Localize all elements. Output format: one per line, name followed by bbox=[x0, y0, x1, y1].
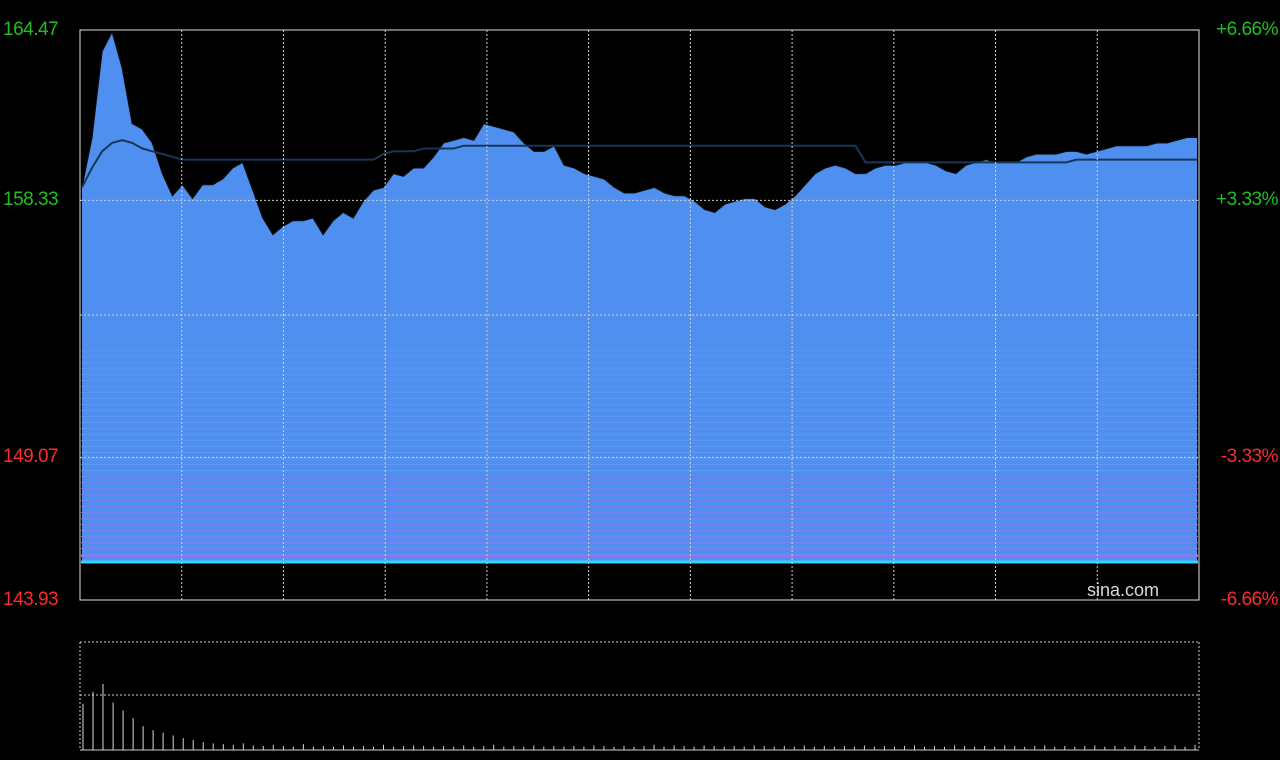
y-tick-right-1: +3.33% bbox=[1216, 189, 1278, 211]
y-tick-left-0: 164.47 bbox=[3, 19, 59, 40]
y-tick-right-0: +6.66% bbox=[1216, 19, 1278, 40]
y-tick-right-3: -6.66% bbox=[1220, 589, 1279, 610]
y-tick-right-2: -3.33% bbox=[1220, 446, 1279, 468]
y-tick-left-3: 143.93 bbox=[3, 589, 59, 610]
chart-stage: 164.47 158.33 149.07 143.93 +6.66% +3.33… bbox=[0, 0, 1280, 760]
volume-bar-chart bbox=[79, 641, 1200, 751]
watermark: sina.com bbox=[1087, 580, 1160, 600]
y-tick-left-1: 158.33 bbox=[3, 189, 59, 211]
y-tick-left-2: 149.07 bbox=[3, 446, 59, 468]
